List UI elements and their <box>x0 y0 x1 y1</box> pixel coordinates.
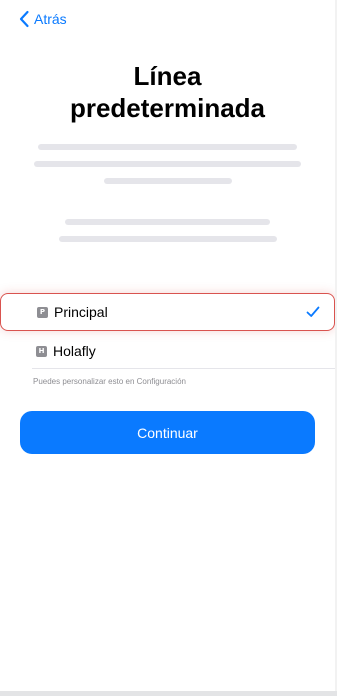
placeholder-line <box>104 178 232 184</box>
back-button[interactable]: Atrás <box>18 9 67 29</box>
checkmark-icon <box>306 306 320 317</box>
back-label: Atrás <box>34 11 67 27</box>
divider <box>32 368 335 369</box>
bottom-bar <box>0 691 337 696</box>
option-holafly[interactable]: H Holafly <box>0 332 335 370</box>
option-label: Principal <box>54 304 108 320</box>
placeholder-line <box>38 144 297 150</box>
placeholder-line <box>34 161 301 167</box>
placeholder-line <box>65 219 270 225</box>
line-badge-icon: P <box>37 306 48 318</box>
page-title: Línea predeterminada <box>0 60 335 124</box>
screen: Atrás Línea predeterminada P Principal H… <box>0 0 335 696</box>
continue-button[interactable]: Continuar <box>20 411 315 454</box>
placeholder-line <box>59 236 277 242</box>
line-badge-icon: H <box>36 345 47 357</box>
page-title-line-2: predeterminada <box>69 93 266 123</box>
chevron-left-icon <box>19 10 29 28</box>
option-label: Holafly <box>53 343 96 359</box>
settings-hint: Puedes personalizar esto en Configuració… <box>33 377 186 386</box>
page-title-line-1: Línea <box>133 61 202 91</box>
option-principal[interactable]: P Principal <box>0 293 335 331</box>
